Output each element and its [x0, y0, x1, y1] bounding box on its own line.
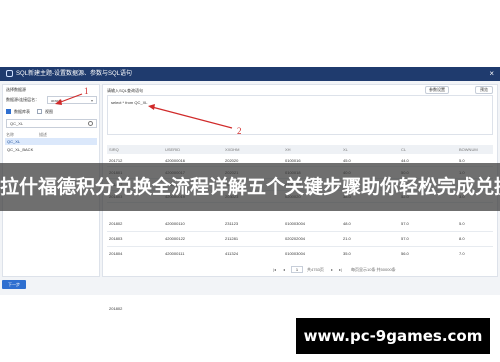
- annotation-label-2: 2: [237, 126, 242, 136]
- watermark-text: www.pc-9games.com: [303, 327, 483, 345]
- arrow-1-head: [55, 99, 62, 105]
- arrow-2-head: [148, 104, 155, 110]
- banner-text: 拉什福德积分兑换全流程详解五个关键步骤助你轻松完成兑换: [0, 176, 500, 198]
- arrow-1-line: [57, 93, 83, 104]
- arrow-2-line: [151, 106, 233, 129]
- title-banner: 拉什福德积分兑换全流程详解五个关键步骤助你轻松完成兑换: [0, 163, 500, 211]
- annotation-label-1: 1: [84, 86, 89, 96]
- site-watermark: www.pc-9games.com: [296, 318, 490, 354]
